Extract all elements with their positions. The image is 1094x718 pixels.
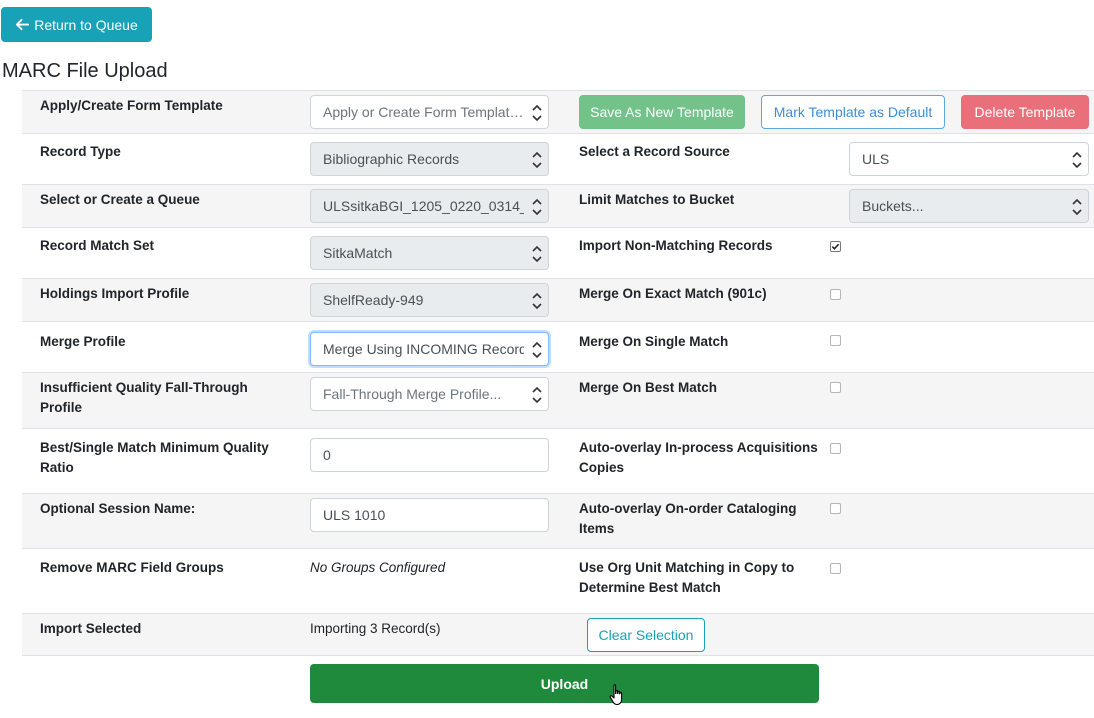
row-record-type: Record Type Bibliographic Records Select… — [22, 133, 1094, 184]
row-import-selected: Import Selected Importing 3 Record(s) Cl… — [22, 613, 1094, 656]
row-match-set: Record Match Set SitkaMatch Import Non-M… — [22, 227, 1094, 278]
merge-best-label: Merge On Best Match — [579, 380, 718, 395]
remove-groups-label: Remove MARC Field Groups — [40, 560, 224, 575]
import-non-matching-label: Import Non-Matching Records — [579, 238, 773, 253]
limit-bucket-select[interactable]: Buckets... — [849, 189, 1089, 223]
save-as-new-template-button[interactable]: Save As New Template — [579, 95, 745, 129]
match-set-select[interactable]: SitkaMatch — [310, 236, 549, 270]
clear-selection-button[interactable]: Clear Selection — [587, 618, 705, 652]
record-source-select[interactable]: ULS — [849, 142, 1089, 176]
template-select-text: Apply or Create Form Template... — [323, 104, 524, 120]
return-to-queue-button[interactable]: Return to Queue — [1, 7, 152, 42]
template-label: Apply/Create Form Template — [40, 98, 223, 113]
select-chevron-icon — [1072, 198, 1082, 216]
return-label: Return to Queue — [34, 16, 138, 33]
match-set-value: SitkaMatch — [323, 245, 393, 261]
select-chevron-icon — [1072, 151, 1082, 169]
auto-inprocess-label: Auto-overlay In-process Acquisitions Cop… — [579, 440, 818, 475]
select-chevron-icon — [532, 386, 542, 404]
merge-profile-select[interactable]: Merge Using INCOMING Record — [310, 332, 549, 366]
row-template: Apply/Create Form Template Apply or Crea… — [22, 90, 1094, 133]
session-name-label: Optional Session Name: — [40, 501, 196, 516]
merge-exact-label: Merge On Exact Match (901c) — [579, 286, 767, 301]
import-selected-label: Import Selected — [40, 621, 142, 636]
merge-single-label: Merge On Single Match — [579, 334, 729, 349]
fallthrough-label: Insufficient Quality Fall-Through Profil… — [40, 380, 248, 415]
mark-template-default-button[interactable]: Mark Template as Default — [761, 95, 945, 129]
fallthrough-select[interactable]: Fall-Through Merge Profile... — [310, 377, 549, 411]
row-queue: Select or Create a Queue ULSsitkaBGI_120… — [22, 184, 1094, 227]
hand-pointer-cursor-icon — [609, 684, 623, 706]
session-name-input[interactable]: ULS 1010 — [310, 498, 549, 532]
row-merge-profile: Merge Profile Merge Using INCOMING Recor… — [22, 321, 1094, 372]
min-quality-input[interactable]: 0 — [310, 438, 549, 472]
auto-onorder-label: Auto-overlay On-order Cataloging Items — [579, 501, 797, 536]
merge-best-checkbox[interactable] — [830, 382, 841, 393]
record-type-label: Record Type — [40, 144, 121, 159]
select-chevron-icon — [532, 151, 542, 169]
row-holdings: Holdings Import Profile ShelfReady-949 M… — [22, 278, 1094, 321]
holdings-profile-select[interactable]: ShelfReady-949 — [310, 283, 549, 317]
org-unit-label: Use Org Unit Matching in Copy to Determi… — [579, 560, 795, 595]
row-remove-groups: Remove MARC Field Groups No Groups Confi… — [22, 548, 1094, 613]
arrow-left-icon — [16, 18, 30, 31]
merge-profile-label: Merge Profile — [40, 334, 126, 349]
import-selected-value: Importing 3 Record(s) — [310, 621, 441, 636]
select-chevron-icon — [532, 341, 542, 359]
select-chevron-icon — [532, 198, 542, 216]
checkmark-icon — [831, 243, 840, 250]
import-non-matching-checkbox[interactable] — [830, 241, 841, 252]
limit-bucket-label: Limit Matches to Bucket — [579, 192, 735, 207]
merge-exact-checkbox[interactable] — [830, 289, 841, 300]
merge-single-checkbox[interactable] — [830, 335, 841, 346]
auto-onorder-checkbox[interactable] — [830, 503, 841, 514]
record-source-label: Select a Record Source — [579, 144, 730, 159]
upload-button[interactable]: Upload — [310, 664, 819, 703]
match-set-label: Record Match Set — [40, 238, 155, 253]
queue-value: ULSsitkaBGI_1205_0220_0314_0315 — [323, 198, 524, 214]
row-fallthrough: Insufficient Quality Fall-Through Profil… — [22, 372, 1094, 428]
select-chevron-icon — [532, 104, 542, 122]
limit-bucket-value: Buckets... — [862, 198, 924, 214]
delete-template-button[interactable]: Delete Template — [961, 95, 1089, 129]
queue-label: Select or Create a Queue — [40, 192, 200, 207]
record-type-value: Bibliographic Records — [323, 151, 460, 167]
row-session-name: Optional Session Name: ULS 1010 Auto-ove… — [22, 493, 1094, 548]
record-source-value: ULS — [862, 151, 890, 167]
merge-profile-value: Merge Using INCOMING Record — [323, 341, 524, 357]
queue-select[interactable]: ULSsitkaBGI_1205_0220_0314_0315 — [310, 189, 549, 223]
fallthrough-value: Fall-Through Merge Profile... — [323, 386, 502, 402]
holdings-profile-label: Holdings Import Profile — [40, 286, 190, 301]
holdings-profile-value: ShelfReady-949 — [323, 292, 424, 308]
row-min-quality: Best/Single Match Minimum Quality Ratio … — [22, 428, 1094, 493]
template-select[interactable]: Apply or Create Form Template... — [310, 95, 549, 129]
select-chevron-icon — [532, 245, 542, 263]
select-chevron-icon — [532, 292, 542, 310]
auto-inprocess-checkbox[interactable] — [830, 443, 841, 454]
remove-groups-value: No Groups Configured — [310, 560, 446, 575]
org-unit-checkbox[interactable] — [830, 563, 841, 574]
page-title: MARC File Upload — [2, 60, 168, 82]
record-type-select[interactable]: Bibliographic Records — [310, 142, 549, 176]
min-quality-label: Best/Single Match Minimum Quality Ratio — [40, 440, 269, 475]
